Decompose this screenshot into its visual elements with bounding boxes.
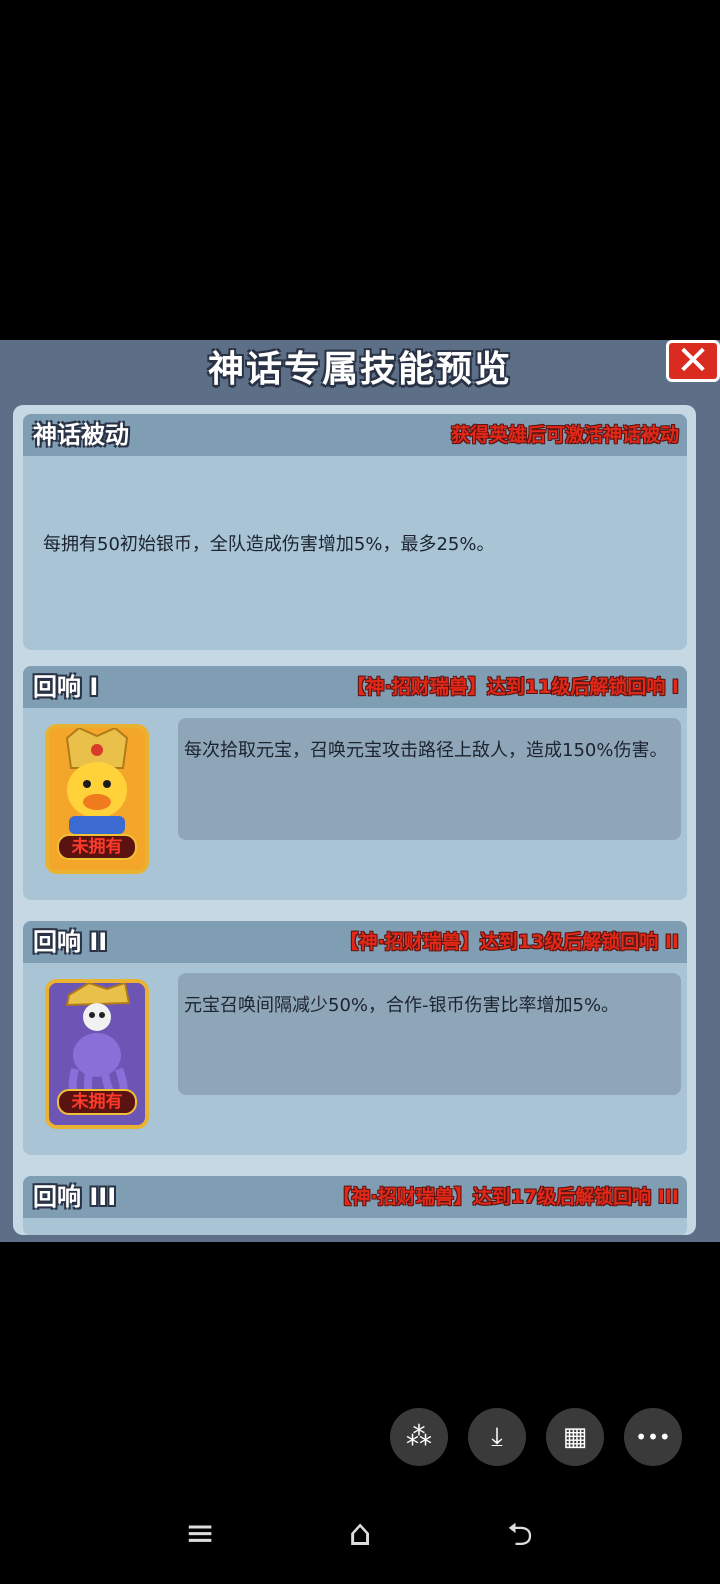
grid-icon: ▦ (562, 1422, 588, 1452)
skill-list[interactable]: 神话被动 获得英雄后可激活神话被动 每拥有50初始银币，全队造成伤害增加5%，最… (13, 405, 696, 1235)
sparkle-icon: ⁂ (406, 1422, 432, 1452)
close-button[interactable]: ✕ (666, 340, 720, 382)
echo-2-header: 回响 II 【神·招财瑞兽】达到13级后解锁回响 II (23, 921, 687, 963)
echo-1-description: 每次拾取元宝，召唤元宝攻击路径上敌人，造成150%伤害。 (184, 740, 668, 761)
hero-portrait-octopus[interactable]: 未拥有 (45, 979, 149, 1129)
grid-button[interactable]: ▦ (546, 1408, 604, 1466)
echo-1-title: 回响 I (33, 673, 99, 701)
download-button[interactable]: ⤓ (468, 1408, 526, 1466)
echo-2-title: 回响 II (33, 928, 108, 956)
echo-2-description: 元宝召唤间隔减少50%，合作-银币伤害比率增加5%。 (184, 995, 620, 1016)
echo-1-desc-box: 每次拾取元宝，召唤元宝攻击路径上敌人，造成150%伤害。 (178, 718, 681, 840)
passive-unlock-note: 获得英雄后可激活神话被动 (450, 424, 679, 446)
echo-2-desc-box: 元宝召唤间隔减少50%，合作-银币伤害比率增加5%。 (178, 973, 681, 1095)
passive-title: 神话被动 (33, 421, 129, 449)
home-button[interactable]: ⌂ (340, 1514, 380, 1554)
dialog-title: 神话专属技能预览 (207, 349, 512, 390)
back-button[interactable]: ⮌ (500, 1514, 540, 1554)
passive-description: 每拥有50初始银币，全队造成伤害增加5%，最多25%。 (43, 534, 495, 555)
menu-icon: ≡ (184, 1513, 216, 1554)
echo-1-header: 回响 I 【神·招财瑞兽】达到11级后解锁回响 I (23, 666, 687, 708)
echo-2-unlock-note: 【神·招财瑞兽】达到13级后解锁回响 II (339, 931, 679, 953)
sparkle-button[interactable]: ⁂ (390, 1408, 448, 1466)
more-button[interactable]: ••• (624, 1408, 682, 1466)
back-icon: ⮌ (507, 1515, 533, 1553)
passive-header: 神话被动 获得英雄后可激活神话被动 (23, 414, 687, 456)
more-icon: ••• (635, 1425, 671, 1449)
echo-2-card: 回响 II 【神·招财瑞兽】达到13级后解锁回响 II 未拥有 元宝召唤间隔减少… (23, 921, 687, 1155)
echo-1-card: 回响 I 【神·招财瑞兽】达到11级后解锁回响 I 未拥有 每次拾取元宝，召唤元… (23, 666, 687, 900)
not-owned-badge: 未拥有 (57, 1089, 137, 1115)
echo-3-title: 回响 III (33, 1183, 117, 1211)
skill-preview-dialog: 神话专属技能预览 ✕ 神话被动 获得英雄后可激活神话被动 每拥有50初始银币，全… (0, 340, 720, 1242)
not-owned-badge: 未拥有 (57, 834, 137, 860)
echo-3-unlock-note: 【神·招财瑞兽】达到17级后解锁回响 III (332, 1186, 679, 1208)
echo-3-card: 回响 III 【神·招财瑞兽】达到17级后解锁回响 III (23, 1176, 687, 1235)
echo-3-header: 回响 III 【神·招财瑞兽】达到17级后解锁回响 III (23, 1176, 687, 1218)
close-icon: ✕ (676, 340, 710, 384)
hero-portrait-duck[interactable]: 未拥有 (45, 724, 149, 874)
home-icon: ⌂ (348, 1513, 372, 1554)
download-icon: ⤓ (491, 1422, 503, 1452)
menu-button[interactable]: ≡ (180, 1514, 220, 1554)
echo-1-unlock-note: 【神·招财瑞兽】达到11级后解锁回响 I (346, 676, 679, 698)
passive-card: 神话被动 获得英雄后可激活神话被动 每拥有50初始银币，全队造成伤害增加5%，最… (23, 414, 687, 650)
